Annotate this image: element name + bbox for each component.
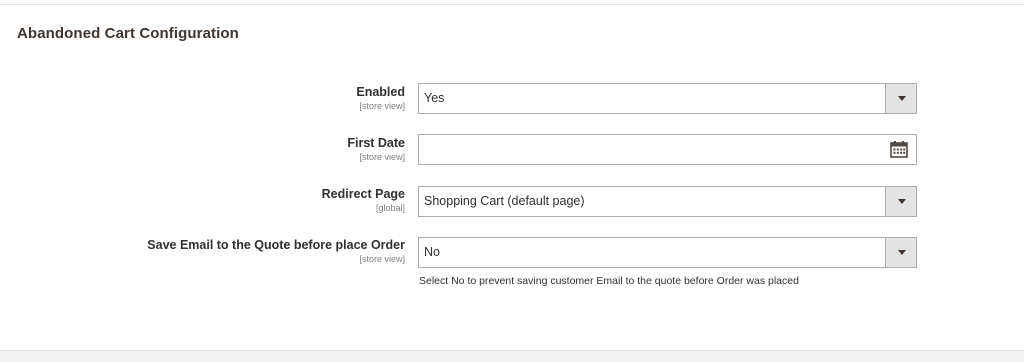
field-label-group: Redirect Page [global] — [322, 187, 405, 214]
redirect-page-select[interactable]: Shopping Cart (default page) — [418, 186, 917, 217]
save-email-select[interactable]: No — [418, 237, 917, 268]
save-email-select-value: No — [424, 245, 440, 259]
scope-label: [store view] — [359, 152, 405, 162]
field-note: Select No to prevent saving customer Ema… — [419, 275, 799, 287]
enabled-select[interactable]: Yes — [418, 83, 917, 114]
redirect-page-select-value: Shopping Cart (default page) — [424, 194, 585, 208]
scope-label: [store view] — [359, 254, 405, 264]
calendar-icon[interactable] — [890, 141, 908, 158]
section-title: Abandoned Cart Configuration — [17, 25, 239, 42]
field-label-first-date: First Date — [347, 136, 405, 150]
field-label-group: First Date [store view] — [347, 136, 405, 163]
top-divider — [0, 4, 1024, 5]
field-label-enabled: Enabled — [356, 85, 405, 99]
field-label-group: Enabled [store view] — [356, 85, 405, 112]
chevron-down-icon[interactable] — [885, 84, 916, 113]
scope-label: [global] — [375, 203, 405, 213]
enabled-select-value: Yes — [424, 91, 445, 105]
chevron-down-icon[interactable] — [885, 238, 916, 267]
scope-label: [store view] — [359, 101, 405, 111]
bottom-divider — [0, 350, 1024, 362]
chevron-down-icon[interactable] — [885, 187, 916, 216]
field-label-save-email: Save Email to the Quote before place Ord… — [147, 238, 405, 252]
field-label-redirect-page: Redirect Page — [321, 187, 405, 201]
field-label-group: Save Email to the Quote before place Ord… — [147, 238, 405, 265]
first-date-input[interactable] — [418, 134, 917, 165]
